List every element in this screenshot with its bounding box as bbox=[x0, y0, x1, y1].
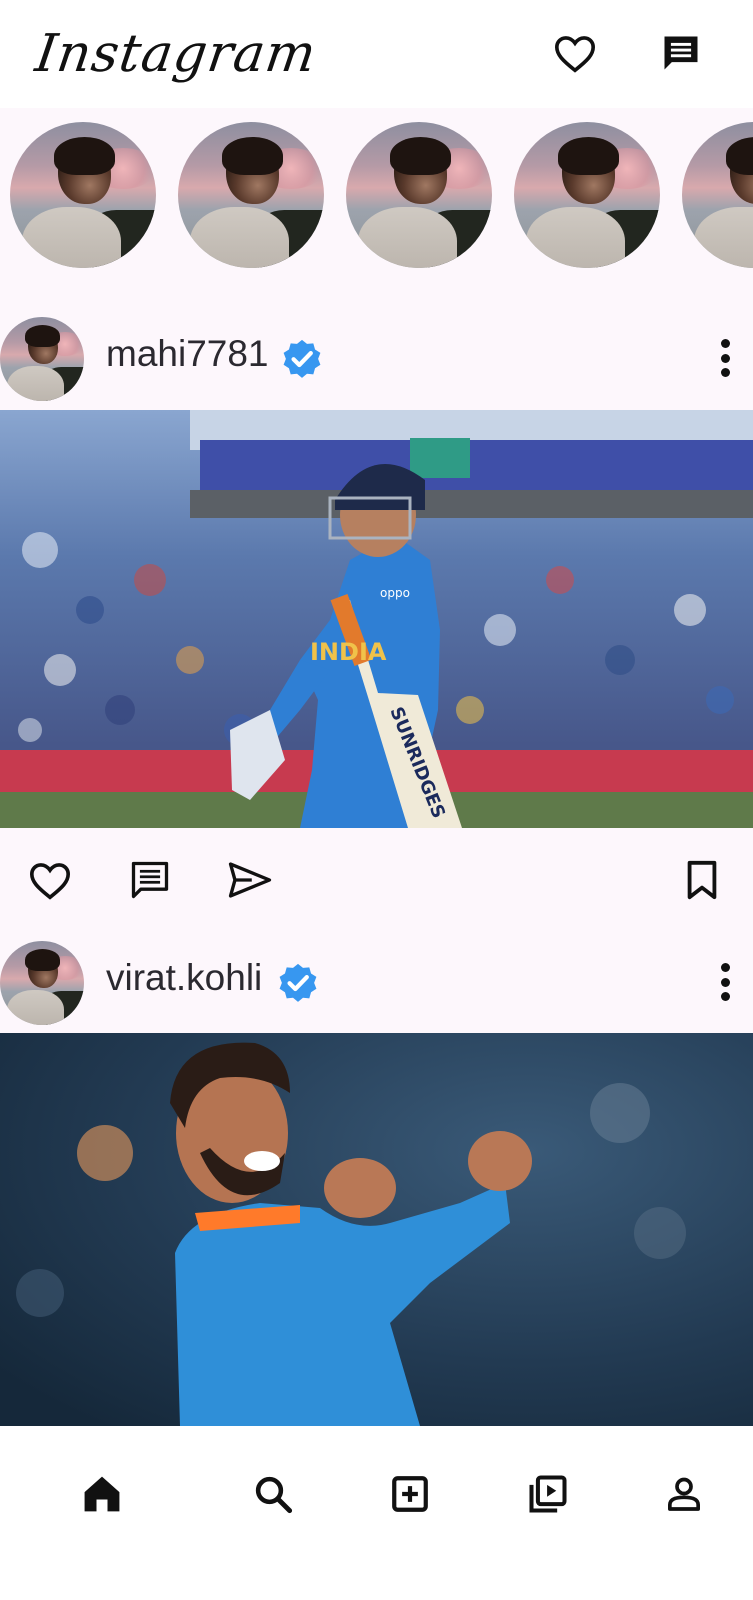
instagram-home-screen: Instagram mahi7781 INDIA oppo SUNRIDGES … bbox=[0, 0, 753, 1600]
direct-message-icon[interactable] bbox=[656, 28, 706, 78]
share-icon[interactable] bbox=[226, 856, 274, 904]
profile-icon[interactable] bbox=[654, 1464, 714, 1524]
story-image bbox=[178, 122, 324, 268]
post-image[interactable]: INDIA oppo SUNRIDGES bbox=[0, 410, 753, 828]
post-more-options-icon[interactable] bbox=[713, 959, 737, 1005]
story-avatar[interactable] bbox=[682, 122, 753, 268]
stories-row bbox=[0, 120, 753, 270]
post-author-avatar[interactable] bbox=[0, 941, 84, 1025]
story-avatar[interactable] bbox=[514, 122, 660, 268]
story-image bbox=[346, 122, 492, 268]
like-icon[interactable] bbox=[26, 856, 74, 904]
search-icon[interactable] bbox=[243, 1464, 303, 1524]
jersey-text: INDIA bbox=[310, 638, 387, 666]
home-icon[interactable] bbox=[72, 1464, 132, 1524]
story-image bbox=[514, 122, 660, 268]
story-avatar[interactable] bbox=[346, 122, 492, 268]
add-post-icon[interactable] bbox=[380, 1464, 440, 1524]
story-avatar[interactable] bbox=[10, 122, 156, 268]
sponsor-text: oppo bbox=[380, 586, 410, 600]
bottom-navigation-bar bbox=[0, 1426, 753, 1600]
instagram-logo: Instagram bbox=[31, 24, 321, 84]
post-header: virat.kohli bbox=[0, 937, 753, 1027]
reels-icon[interactable] bbox=[518, 1464, 578, 1524]
top-app-bar: Instagram bbox=[0, 0, 753, 108]
comment-icon[interactable] bbox=[126, 856, 174, 904]
post-username[interactable]: virat.kohli bbox=[106, 957, 262, 999]
verified-badge-icon bbox=[279, 963, 317, 1002]
post-more-options-icon[interactable] bbox=[713, 335, 737, 381]
story-image bbox=[682, 122, 753, 268]
cricketer-photo: INDIA oppo SUNRIDGES bbox=[0, 410, 753, 828]
post-header: mahi7781 bbox=[0, 313, 753, 403]
story-image bbox=[10, 122, 156, 268]
post-image[interactable] bbox=[0, 1033, 753, 1426]
notifications-heart-icon[interactable] bbox=[550, 28, 600, 78]
post-username[interactable]: mahi7781 bbox=[106, 333, 269, 375]
verified-badge-icon bbox=[283, 339, 321, 378]
cricketer-celebration-photo bbox=[0, 1033, 753, 1426]
post-actions-row bbox=[0, 850, 753, 910]
post-author-avatar[interactable] bbox=[0, 317, 84, 401]
bookmark-icon[interactable] bbox=[678, 856, 726, 904]
story-avatar[interactable] bbox=[178, 122, 324, 268]
